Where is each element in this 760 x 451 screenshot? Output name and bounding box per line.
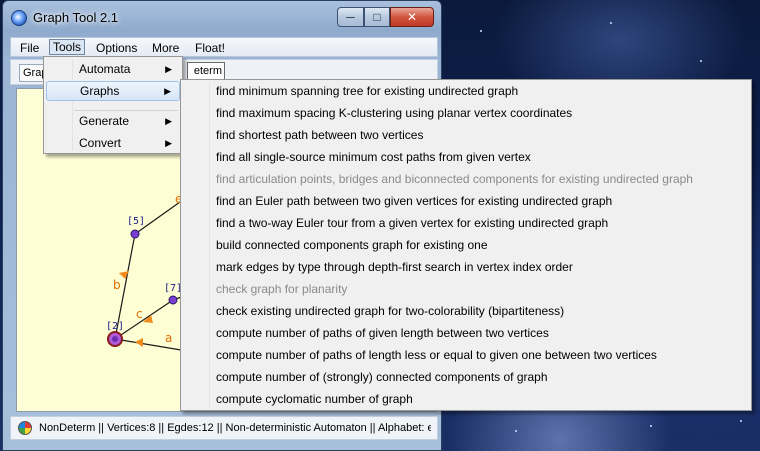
graphs-item-cyclomatic-number[interactable]: compute cyclomatic number of graph	[183, 388, 749, 410]
menu-item-label: Graphs	[80, 84, 120, 98]
menu-item-label: Automata	[79, 62, 131, 76]
window-title: Graph Tool 2.1	[33, 10, 119, 25]
graphs-item-euler-path[interactable]: find an Euler path between two given ver…	[183, 190, 749, 212]
minimize-button[interactable]: ─	[337, 7, 364, 27]
menu-file[interactable]: File	[17, 40, 42, 56]
submenu-arrow-icon: ▶	[164, 86, 171, 96]
status-text: NonDeterm || Vertices:8 || Egdes:12 || N…	[39, 422, 431, 434]
graphs-item-mark-edges-dfs[interactable]: mark edges by type through depth-first s…	[183, 256, 749, 278]
vertex-label: [5]	[127, 216, 145, 227]
background-star	[515, 430, 517, 432]
background-star	[480, 30, 482, 32]
graphs-item-connected-components-count[interactable]: compute number of (strongly) connected c…	[183, 366, 749, 388]
tools-item-generate[interactable]: Generate ▶	[46, 111, 180, 131]
graph-vertex[interactable]	[168, 295, 178, 305]
tools-item-convert[interactable]: Convert ▶	[46, 133, 180, 153]
graphs-item-check-planarity: check graph for planarity	[216, 282, 348, 296]
graphs-item-connected-components-graph[interactable]: build connected components graph for exi…	[183, 234, 749, 256]
title-bar[interactable]: Graph Tool 2.1 ─ □ ✕	[3, 1, 441, 33]
maximize-button[interactable]: □	[364, 7, 390, 27]
app-status-icon	[18, 421, 32, 435]
background-star	[700, 60, 702, 62]
graphs-item-paths-length-le[interactable]: compute number of paths of length less o…	[183, 344, 749, 366]
tools-item-graphs[interactable]: Graphs ▶	[46, 81, 180, 101]
submenu-arrow-icon: ▶	[165, 64, 172, 74]
submenu-arrow-icon: ▶	[165, 116, 172, 126]
graphs-submenu: find minimum spanning tree for existing …	[180, 79, 752, 411]
menu-options[interactable]: Options	[93, 40, 140, 56]
graphs-item-k-clustering[interactable]: find maximum spacing K-clustering using …	[183, 102, 749, 124]
menu-item-label: Generate	[79, 114, 130, 128]
vertex-label: [2]	[106, 321, 124, 332]
submenu-arrow-icon: ▶	[165, 138, 172, 148]
status-bar: NonDeterm || Vertices:8 || Egdes:12 || N…	[10, 416, 438, 440]
edge-arrowhead	[135, 338, 143, 347]
tools-item-automata[interactable]: Automata ▶	[46, 59, 180, 79]
graph-vertex[interactable]	[130, 229, 140, 239]
graphs-item-minimum-spanning-tree[interactable]: find minimum spanning tree for existing …	[183, 80, 749, 102]
graphs-item-paths-given-length[interactable]: compute number of paths of given length …	[183, 322, 749, 344]
graphs-item-shortest-path[interactable]: find shortest path between two vertices	[183, 124, 749, 146]
background-star	[650, 425, 652, 427]
tools-menu-dropdown: Automata ▶ Graphs ▶ Generate ▶ Convert ▶	[43, 56, 183, 154]
graphs-item-articulation-points: find articulation points, bridges and bi…	[216, 172, 693, 186]
edge-label: a	[165, 331, 172, 345]
menu-bar: File Tools Options More Float!	[10, 37, 438, 57]
background-star	[740, 420, 742, 422]
graphs-item-two-colorability[interactable]: check existing undirected graph for two-…	[183, 300, 749, 322]
menu-more[interactable]: More	[149, 40, 182, 56]
graphs-item-single-source-paths[interactable]: find all single-source minimum cost path…	[183, 146, 749, 168]
graphs-item-euler-tour[interactable]: find a two-way Euler tour from a given v…	[183, 212, 749, 234]
graph-edge[interactable]	[114, 338, 188, 352]
menu-float[interactable]: Float!	[192, 40, 228, 56]
edge-label: c	[136, 307, 143, 321]
background-star	[610, 22, 612, 24]
graph-vertex-start-core	[112, 336, 118, 342]
close-button[interactable]: ✕	[390, 7, 434, 27]
app-globe-icon	[11, 10, 27, 26]
edge-label: b	[113, 278, 121, 292]
menu-item-label: Convert	[79, 136, 122, 150]
menu-tools[interactable]: Tools	[49, 39, 86, 55]
